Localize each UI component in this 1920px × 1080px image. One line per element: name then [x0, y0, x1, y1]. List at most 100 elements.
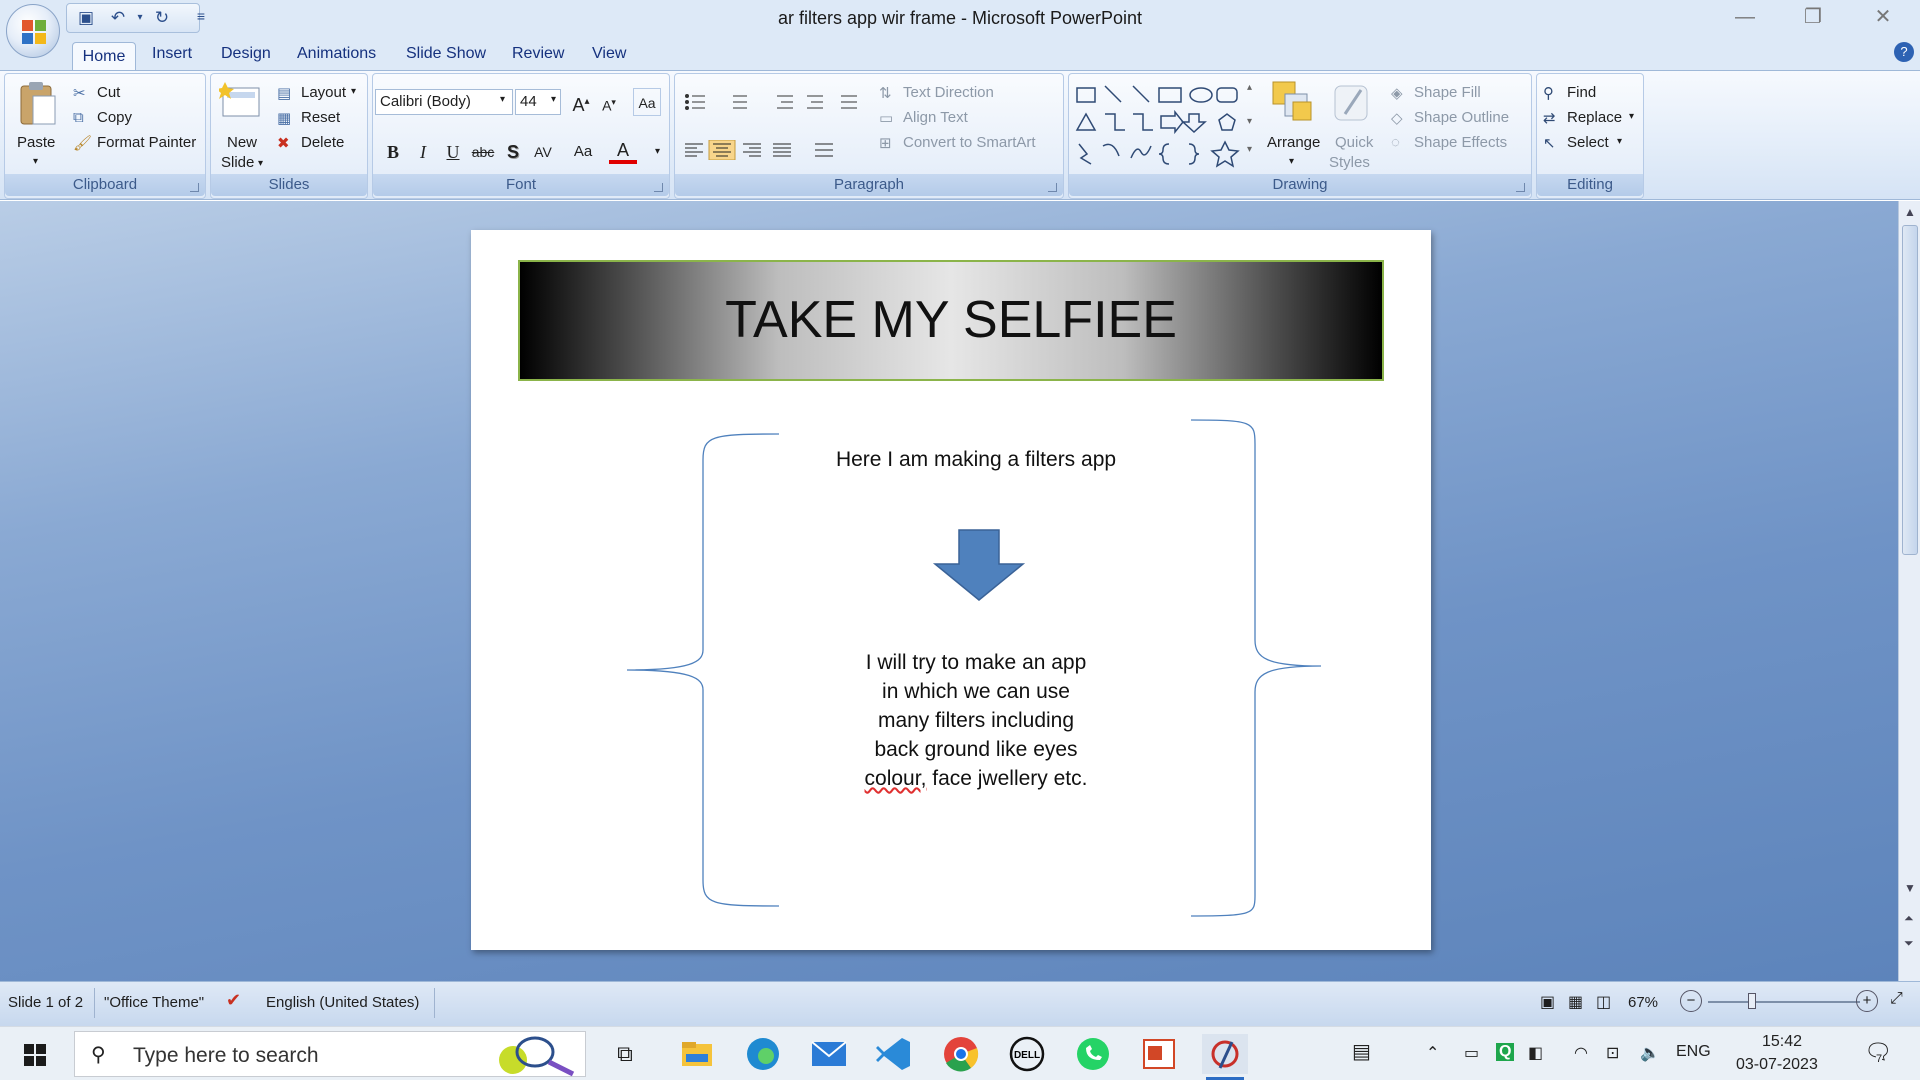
fit-to-window-icon[interactable]: ⤢: [1890, 990, 1903, 1008]
alignment-icons[interactable]: [681, 140, 851, 160]
language-indicator[interactable]: English (United States): [266, 994, 419, 1011]
file-explorer-icon[interactable]: [674, 1034, 720, 1074]
zoom-level[interactable]: 67%: [1628, 994, 1658, 1011]
scroll-up-icon[interactable]: ▲: [1904, 205, 1916, 219]
new-slide-dropdown-icon[interactable]: ▾: [258, 158, 263, 169]
tab-slide-show[interactable]: Slide Show: [406, 44, 486, 70]
scroll-down-icon[interactable]: ▼: [1904, 881, 1916, 895]
shape-effects-button[interactable]: Shape Effects: [1414, 134, 1507, 151]
taskbar-search-box[interactable]: ⚲ Type here to search: [74, 1031, 586, 1077]
find-button[interactable]: Find: [1567, 84, 1596, 101]
underline-button[interactable]: U: [439, 138, 467, 166]
select-button[interactable]: Select: [1567, 134, 1609, 151]
wifi-icon[interactable]: ◠: [1574, 1043, 1588, 1063]
change-case-button[interactable]: Aa: [569, 138, 597, 166]
shrink-font-icon[interactable]: A▾: [595, 88, 623, 116]
text-direction-button[interactable]: Text Direction: [903, 84, 994, 101]
paste-icon[interactable]: [17, 80, 59, 128]
bold-button[interactable]: B: [379, 138, 407, 166]
shape-outline-button[interactable]: Shape Outline: [1414, 109, 1509, 126]
slide-canvas[interactable]: TAKE MY SELFIEE Here I am making a filte…: [471, 230, 1431, 950]
delete-button[interactable]: Delete: [301, 134, 344, 151]
powerpoint-icon[interactable]: [1202, 1034, 1248, 1074]
windows-start-icon[interactable]: [24, 1044, 46, 1066]
grow-font-icon[interactable]: A▴: [567, 88, 595, 116]
arrange-icon[interactable]: [1269, 80, 1317, 126]
minimize-icon[interactable]: —: [1720, 4, 1770, 30]
powerpoint-viewer-icon[interactable]: [1136, 1034, 1182, 1074]
quick-styles-label-1[interactable]: Quick: [1335, 134, 1373, 151]
vscode-icon[interactable]: [872, 1034, 918, 1074]
new-slide-icon[interactable]: [219, 80, 263, 124]
task-view-icon[interactable]: ⧉: [602, 1034, 648, 1074]
arrange-dropdown-icon[interactable]: ▾: [1289, 156, 1294, 167]
drawing-launcher-icon[interactable]: [1516, 183, 1525, 192]
font-color-dropdown-icon[interactable]: ▾: [655, 146, 660, 157]
previous-slide-icon[interactable]: ⏶: [1904, 911, 1914, 926]
clock-time[interactable]: 15:42: [1762, 1033, 1802, 1051]
chrome-icon[interactable]: [938, 1034, 984, 1074]
quick-styles-label-2[interactable]: Styles: [1329, 154, 1370, 171]
tab-view[interactable]: View: [592, 44, 626, 70]
edge-icon[interactable]: [740, 1034, 786, 1074]
select-dropdown-icon[interactable]: ▾: [1617, 136, 1622, 147]
tab-review[interactable]: Review: [512, 44, 564, 70]
language-indicator[interactable]: ENG: [1676, 1043, 1711, 1061]
zoom-slider[interactable]: [1708, 1001, 1860, 1003]
clipboard-launcher-icon[interactable]: [190, 183, 199, 192]
paste-dropdown-icon[interactable]: ▾: [33, 156, 38, 167]
news-widget-icon[interactable]: ▤: [1352, 1039, 1371, 1064]
list-indent-icons[interactable]: [681, 92, 881, 112]
zoom-slider-thumb[interactable]: [1748, 993, 1756, 1009]
tab-insert[interactable]: Insert: [152, 44, 192, 70]
arrange-button[interactable]: Arrange: [1267, 134, 1320, 151]
quick-styles-icon[interactable]: [1331, 80, 1371, 126]
new-slide-label-2[interactable]: Slide: [221, 154, 254, 171]
whatsapp-icon[interactable]: [1070, 1034, 1116, 1074]
meet-now-icon[interactable]: ◧: [1528, 1043, 1543, 1063]
next-slide-icon[interactable]: ⏷: [1904, 936, 1914, 951]
chevron-up-icon[interactable]: ⌃: [1426, 1043, 1439, 1063]
font-launcher-icon[interactable]: [654, 183, 663, 192]
mail-icon[interactable]: [806, 1034, 852, 1074]
shape-fill-button[interactable]: Shape Fill: [1414, 84, 1481, 101]
strikethrough-button[interactable]: abc: [469, 138, 497, 166]
clear-formatting-icon[interactable]: Aa: [633, 88, 661, 116]
paragraph-launcher-icon[interactable]: [1048, 183, 1057, 192]
network-icon[interactable]: ⊡: [1606, 1043, 1619, 1063]
scroll-thumb[interactable]: [1902, 225, 1918, 555]
spell-check-icon[interactable]: ✔: [226, 990, 241, 1011]
office-button[interactable]: [6, 4, 60, 58]
character-spacing-button[interactable]: AV: [529, 138, 557, 166]
new-slide-label-1[interactable]: New: [227, 134, 257, 151]
format-painter-button[interactable]: Format Painter: [97, 134, 196, 151]
zoom-out-icon[interactable]: −: [1680, 990, 1702, 1012]
shadow-button[interactable]: S: [499, 138, 527, 166]
restore-icon[interactable]: ❐: [1788, 4, 1838, 30]
layout-button[interactable]: Layout: [301, 84, 346, 101]
shapes-gallery-icon[interactable]: [1073, 80, 1263, 170]
convert-smartart-button[interactable]: Convert to SmartArt: [903, 134, 1036, 151]
dell-icon[interactable]: DELL: [1004, 1034, 1050, 1074]
gallery-scroll-up-icon[interactable]: ▴: [1247, 82, 1252, 93]
copy-button[interactable]: Copy: [97, 109, 132, 126]
normal-view-icon[interactable]: ▣: [1540, 992, 1555, 1012]
vertical-scrollbar[interactable]: ▲ ▼ ⏶ ⏷: [1898, 201, 1920, 981]
misspelled-word[interactable]: colour,: [865, 767, 927, 790]
align-text-button[interactable]: Align Text: [903, 109, 968, 126]
reset-button[interactable]: Reset: [301, 109, 340, 126]
font-color-button[interactable]: A: [609, 136, 637, 164]
body-text-box[interactable]: I will try to make an app in which we ca…: [771, 648, 1181, 793]
tab-design[interactable]: Design: [221, 44, 271, 70]
slide-sorter-icon[interactable]: ▦: [1568, 992, 1583, 1012]
theme-name[interactable]: "Office Theme": [104, 994, 204, 1011]
layout-dropdown-icon[interactable]: ▾: [351, 86, 356, 97]
italic-button[interactable]: I: [409, 138, 437, 166]
gallery-more-icon[interactable]: ▾: [1247, 144, 1252, 155]
replace-button[interactable]: Replace: [1567, 109, 1622, 126]
replace-dropdown-icon[interactable]: ▾: [1629, 111, 1634, 122]
zoom-in-icon[interactable]: +: [1856, 990, 1878, 1012]
help-icon[interactable]: ?: [1894, 42, 1914, 62]
slide-show-view-icon[interactable]: ◫: [1596, 992, 1611, 1012]
battery-icon[interactable]: ▭: [1464, 1043, 1479, 1063]
